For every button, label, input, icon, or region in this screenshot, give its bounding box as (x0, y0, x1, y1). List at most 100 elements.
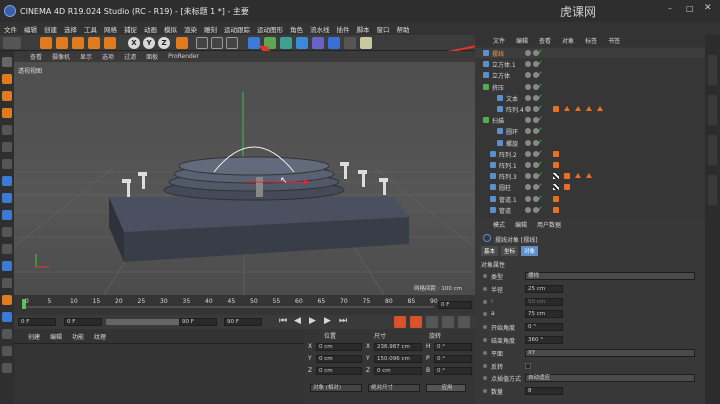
viewport-menu-2[interactable]: 显示 (80, 52, 92, 61)
size-mode-select[interactable]: 绝对尺寸 (368, 384, 420, 392)
size-field[interactable]: 0 cm (374, 367, 422, 375)
mode-tool-12[interactable] (2, 261, 12, 271)
object-row[interactable]: 阵列.2 ✓ (475, 149, 705, 159)
coordinate-mode-select[interactable]: 对象 (相对) (310, 384, 362, 392)
object-row[interactable]: 立方体.1 ✓ (475, 59, 705, 69)
animate-dot-icon[interactable] (483, 338, 487, 342)
play-icon[interactable]: ▶ (309, 316, 316, 326)
object-menu-2[interactable]: 查看 (539, 36, 551, 45)
enabled-check-icon[interactable]: ✓ (537, 182, 543, 190)
object-menu-0[interactable]: 文件 (493, 36, 505, 45)
side-tab[interactable] (708, 175, 717, 205)
property-field[interactable]: 50 cm (525, 297, 563, 306)
material-tab-0[interactable]: 创建 (28, 332, 40, 341)
enabled-check-icon[interactable]: ✓ (537, 70, 543, 78)
end-frame-field[interactable]: 90 F (224, 318, 262, 326)
mode-tool-4[interactable] (2, 125, 12, 135)
scale-tool-button[interactable] (72, 37, 84, 49)
viewport[interactable]: ↖ 透视视图 网格间距 : 100 cm (14, 62, 475, 295)
mode-tool-7[interactable] (2, 176, 12, 186)
attribute-menu-1[interactable]: 编辑 (515, 220, 527, 229)
visibility-dot-icon[interactable] (525, 50, 531, 56)
material-tag-icon[interactable] (575, 106, 581, 111)
visibility-dot-icon[interactable] (525, 106, 531, 112)
property-field[interactable]: 75 cm (525, 310, 563, 319)
tag-icon[interactable] (553, 106, 559, 112)
object-row[interactable]: 圆柱 ✓ (475, 182, 705, 192)
enabled-check-icon[interactable]: ✓ (537, 104, 543, 112)
mode-tool-3[interactable] (2, 108, 12, 118)
material-tag-icon[interactable] (586, 106, 592, 111)
position-field[interactable]: 0 cm (316, 343, 362, 351)
side-tab[interactable] (708, 95, 717, 125)
menu-item-4[interactable]: 工具 (84, 24, 97, 34)
position-field[interactable]: 0 cm (316, 355, 362, 363)
render-view-button[interactable] (196, 37, 208, 49)
visibility-dot-icon[interactable] (525, 94, 531, 101)
object-row[interactable]: 管道 ✓ (475, 205, 705, 215)
tag-icon[interactable] (553, 150, 559, 157)
viewport-menu-4[interactable]: 过滤 (124, 52, 136, 61)
visibility-dot-icon[interactable] (525, 72, 531, 79)
mode-tool-18[interactable] (2, 363, 12, 373)
mode-tool-17[interactable] (2, 346, 12, 356)
mode-tool-0[interactable] (2, 57, 12, 67)
visibility-dot-icon[interactable] (525, 117, 531, 124)
enabled-check-icon[interactable]: ✓ (537, 138, 543, 146)
rotate-tool-button[interactable] (88, 37, 100, 49)
object-row[interactable]: 螺旋 ✓ (475, 138, 705, 148)
fcurve-button[interactable] (458, 316, 470, 328)
mode-tool-10[interactable] (2, 227, 12, 237)
reverse-checkbox[interactable] (525, 362, 531, 369)
object-menu-1[interactable]: 编辑 (516, 36, 528, 45)
visibility-dot-icon[interactable] (525, 184, 531, 191)
animate-dot-icon[interactable] (483, 389, 487, 394)
property-dropdown[interactable]: 自动适应 (525, 374, 695, 383)
mode-tool-5[interactable] (2, 142, 12, 152)
animate-dot-icon[interactable] (483, 286, 487, 291)
menu-item-17[interactable]: 窗口 (377, 24, 390, 34)
mode-tool-13[interactable] (2, 278, 12, 288)
material-tab-3[interactable]: 纹理 (94, 332, 106, 341)
enabled-check-icon[interactable]: ✓ (537, 194, 543, 202)
goto-start-icon[interactable]: ⏮ (279, 316, 287, 326)
viewport-menu-1[interactable]: 摄像机 (52, 52, 70, 61)
enabled-check-icon[interactable]: ✓ (537, 126, 543, 134)
mode-tool-11[interactable] (2, 244, 12, 254)
coordinate-system-button[interactable] (176, 37, 188, 49)
attribute-menu-0[interactable]: 模式 (493, 220, 505, 229)
x-axis-lock-button[interactable]: X (128, 37, 140, 49)
visibility-dot-icon[interactable] (525, 195, 531, 202)
visibility-dot-icon[interactable] (525, 173, 531, 180)
prev-frame-icon[interactable]: ◀ (294, 316, 301, 326)
y-axis-lock-button[interactable]: Y (143, 37, 155, 49)
menu-item-12[interactable]: 运动图形 (257, 24, 283, 34)
animate-dot-icon[interactable] (483, 363, 487, 368)
recent-tool-button[interactable] (104, 37, 116, 49)
rotation-field[interactable]: 0 ° (434, 355, 472, 363)
property-dropdown[interactable]: 摆线 (525, 272, 695, 280)
camera-button[interactable] (344, 37, 356, 49)
visibility-dot-icon[interactable] (525, 162, 531, 168)
animate-dot-icon[interactable] (483, 274, 487, 278)
object-row[interactable]: 扫描 ✓ (475, 115, 705, 125)
timeline-button[interactable] (442, 316, 454, 328)
attribute-subtab-1[interactable]: 坐标 (501, 246, 519, 256)
enabled-check-icon[interactable]: ✓ (537, 171, 543, 179)
mode-tool-8[interactable] (2, 193, 12, 203)
tag-icon[interactable] (553, 195, 559, 202)
property-field[interactable]: 0 ° (525, 323, 563, 332)
material-tag-icon[interactable] (586, 173, 592, 179)
menu-item-18[interactable]: 帮助 (397, 24, 410, 34)
enabled-check-icon[interactable]: ✓ (537, 93, 543, 101)
size-field[interactable]: 150.096 cm (374, 355, 422, 363)
rotation-field[interactable]: 0 ° (434, 367, 472, 375)
menu-item-11[interactable]: 运动跟踪 (224, 24, 250, 34)
mode-tool-1[interactable] (2, 74, 12, 84)
enabled-check-icon[interactable]: ✓ (537, 205, 543, 213)
attribute-menu-2[interactable]: 用户数据 (537, 220, 561, 229)
undo-button[interactable] (3, 37, 21, 49)
object-row[interactable]: 管道.1 ✓ (475, 194, 705, 204)
enabled-check-icon[interactable]: ✓ (537, 149, 543, 157)
attribute-subtab-2[interactable]: 对象 (521, 246, 539, 256)
